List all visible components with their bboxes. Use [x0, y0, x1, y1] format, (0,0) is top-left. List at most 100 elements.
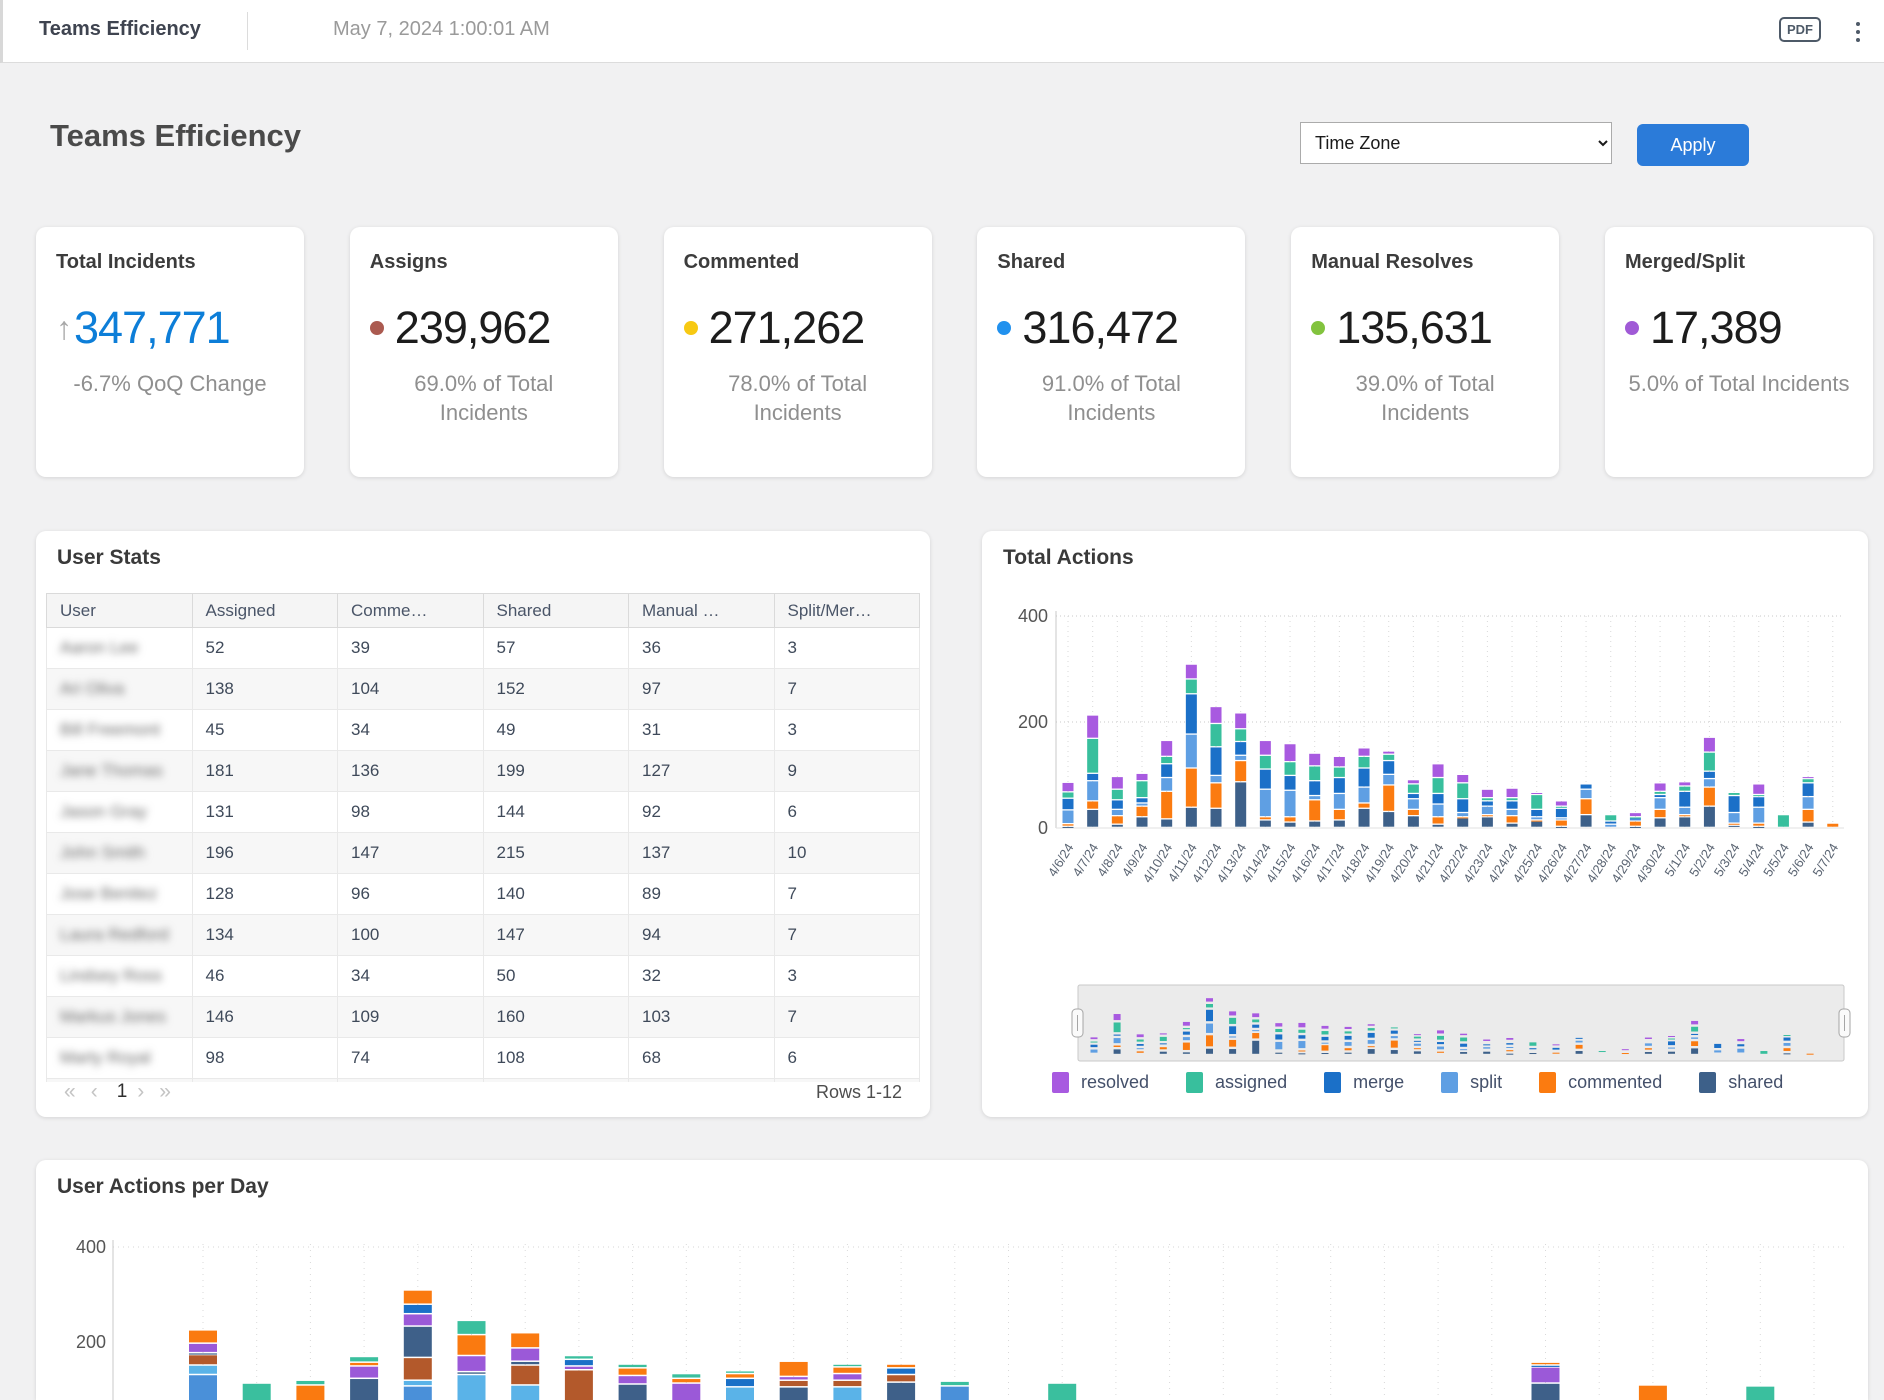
bar-4/15/24[interactable] [1285, 744, 1296, 826]
user-bar-slot-10[interactable] [726, 1371, 754, 1400]
user-bar-slot-14[interactable] [941, 1382, 969, 1400]
bar-4/27/24[interactable] [1581, 785, 1592, 827]
user-name-redacted: Ari Oliva [60, 679, 124, 698]
table-cell: 68 [629, 1038, 775, 1079]
bar-5/4/24[interactable] [1753, 785, 1764, 828]
kpi-title: Assigns [370, 251, 598, 274]
bar-4/21/24[interactable] [1433, 764, 1444, 826]
bar-4/16/24[interactable] [1309, 754, 1320, 827]
kpi-value: 271,262 [709, 302, 865, 354]
user-bar-slot-11[interactable] [780, 1362, 808, 1400]
table-cell: 7 [774, 669, 920, 710]
table-row[interactable]: John Smith19614721513710 [47, 833, 920, 874]
last-page-button[interactable]: » [159, 1080, 171, 1104]
bar-4/6/24[interactable] [1063, 783, 1074, 828]
brush-mini-bar [1599, 1051, 1606, 1052]
bar-4/30/24[interactable] [1655, 783, 1666, 826]
page-title: Teams Efficiency [50, 118, 301, 154]
legend-item-assigned[interactable]: assigned [1186, 1072, 1287, 1093]
column-header[interactable]: Shared [483, 594, 629, 628]
user-bar-slot-5[interactable] [458, 1321, 486, 1400]
bar-4/24/24[interactable] [1507, 789, 1518, 827]
user-bar-slot-6[interactable] [511, 1333, 539, 1400]
table-row[interactable]: Lindsey Ross463450323 [47, 956, 920, 997]
current-page[interactable]: 1 [117, 1081, 128, 1103]
column-header[interactable]: User [47, 594, 193, 628]
bar-4/8/24[interactable] [1112, 777, 1123, 827]
bar-4/17/24[interactable] [1334, 757, 1345, 827]
bar-4/10/24[interactable] [1161, 741, 1172, 827]
legend-label: commented [1568, 1072, 1662, 1093]
user-bar-slot-25[interactable] [1532, 1363, 1560, 1400]
user-name-redacted: Markus Jones [60, 1007, 166, 1026]
legend-item-merge[interactable]: merge [1324, 1072, 1404, 1093]
bar-4/12/24[interactable] [1211, 707, 1222, 827]
bar-5/3/24[interactable] [1729, 793, 1740, 827]
legend-swatch-icon [1324, 1072, 1341, 1093]
bar-4/22/24[interactable] [1457, 775, 1468, 827]
next-page-button[interactable]: › [137, 1080, 144, 1104]
bar-4/23/24[interactable] [1482, 790, 1493, 827]
legend-item-split[interactable]: split [1441, 1072, 1502, 1093]
user-bar-slot-9[interactable] [672, 1374, 700, 1400]
table-row[interactable]: Marty Royal9874108686 [47, 1038, 920, 1079]
series-dot-icon [1625, 321, 1639, 335]
bar-4/19/24[interactable] [1383, 752, 1394, 827]
user-bar-slot-1[interactable] [243, 1384, 271, 1400]
svg-text:400: 400 [76, 1237, 106, 1257]
bar-4/25/24[interactable] [1531, 793, 1542, 827]
user-bar-slot-8[interactable] [619, 1365, 647, 1400]
table-row[interactable]: Jose Benitez12896140897 [47, 874, 920, 915]
legend-item-shared[interactable]: shared [1699, 1072, 1783, 1093]
table-row[interactable]: Aaron Lee523957363 [47, 628, 920, 669]
first-page-button[interactable]: « [64, 1080, 76, 1104]
table-row[interactable]: Ari Oliva138104152977 [47, 669, 920, 710]
total-actions-chart: 02004004/6/244/7/244/8/244/9/244/10/244/… [982, 531, 1868, 1117]
bar-4/11/24[interactable] [1186, 665, 1197, 827]
user-bar-slot-4[interactable] [404, 1291, 432, 1400]
bar-4/14/24[interactable] [1260, 741, 1271, 827]
bar-5/5/24[interactable] [1778, 815, 1789, 826]
bar-5/6/24[interactable] [1803, 777, 1814, 827]
svg-text:5/7/24: 5/7/24 [1809, 841, 1841, 880]
user-name-redacted: Bill Freemont [60, 720, 160, 739]
table-row[interactable]: Bill Freemont453449313 [47, 710, 920, 751]
column-header[interactable]: Comme… [338, 594, 484, 628]
user-bar-slot-7[interactable] [565, 1356, 593, 1400]
user-bar-slot-2[interactable] [296, 1381, 324, 1400]
bar-4/20/24[interactable] [1408, 780, 1419, 826]
svg-text:0: 0 [1038, 818, 1048, 838]
user-bar-slot-29[interactable] [1746, 1387, 1774, 1400]
bar-4/13/24[interactable] [1235, 714, 1246, 827]
bar-4/18/24[interactable] [1359, 749, 1370, 827]
bar-4/9/24[interactable] [1137, 774, 1148, 827]
table-row[interactable]: Jason Gray13198144926 [47, 792, 920, 833]
table-row[interactable]: Markus Jones1461091601037 [47, 997, 920, 1038]
bar-4/26/24[interactable] [1556, 802, 1567, 828]
kebab-menu-icon[interactable] [1848, 16, 1868, 48]
column-header[interactable]: Assigned [192, 594, 338, 628]
timezone-select[interactable]: Time Zone [1300, 122, 1612, 164]
user-bar-slot-12[interactable] [833, 1365, 861, 1400]
legend-item-resolved[interactable]: resolved [1052, 1072, 1149, 1093]
user-bar-slot-0[interactable] [189, 1331, 217, 1400]
pdf-export-icon[interactable]: PDF [1779, 17, 1821, 42]
prev-page-button[interactable]: ‹ [91, 1080, 98, 1104]
apply-button[interactable]: Apply [1637, 124, 1749, 166]
table-row[interactable]: Jane Thomas1811361991279 [47, 751, 920, 792]
column-header[interactable]: Manual … [629, 594, 775, 628]
kpi-subtitle: 69.0% of Total Incidents [370, 370, 598, 427]
user-bar-slot-3[interactable] [350, 1357, 378, 1400]
legend-swatch-icon [1052, 1072, 1069, 1093]
bar-4/29/24[interactable] [1630, 813, 1641, 828]
bar-5/1/24[interactable] [1679, 782, 1690, 826]
bar-5/2/24[interactable] [1704, 738, 1715, 827]
column-header[interactable]: Split/Mer… [774, 594, 920, 628]
bar-4/7/24[interactable] [1087, 716, 1098, 827]
user-name-redacted: Aaron Lee [60, 638, 138, 657]
legend-item-commented[interactable]: commented [1539, 1072, 1662, 1093]
table-row[interactable]: Laura Redford134100147947 [47, 915, 920, 956]
bar-4/28/24[interactable] [1605, 815, 1616, 826]
user-bar-slot-16[interactable] [1048, 1384, 1076, 1400]
bar-5/7/24[interactable] [1827, 824, 1838, 827]
